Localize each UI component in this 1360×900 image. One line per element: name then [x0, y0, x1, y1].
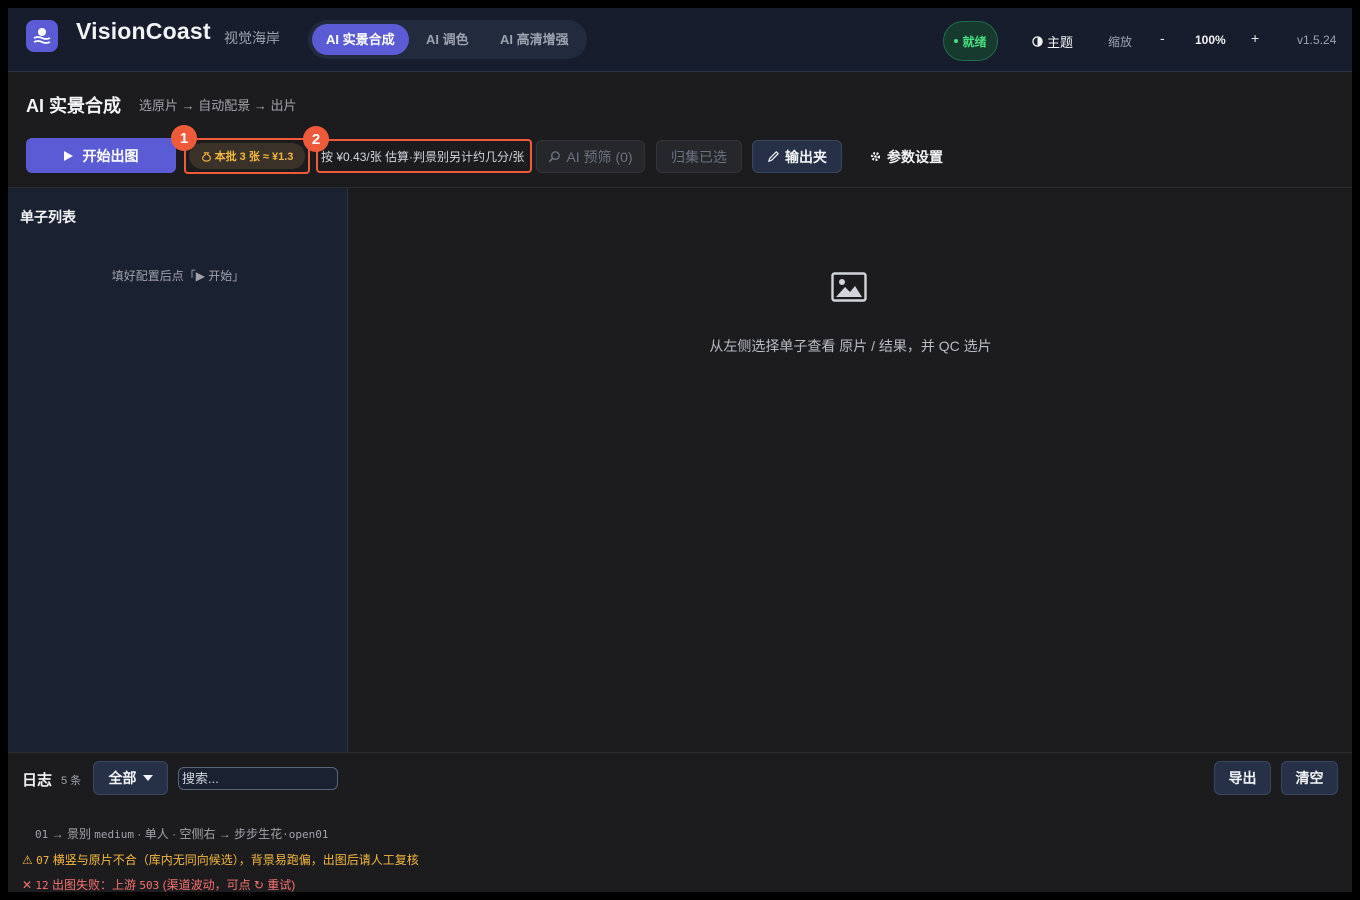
log-filter-value: 全部: [108, 770, 137, 786]
version-label: v1.5.24: [1297, 33, 1337, 47]
order-list-panel: 单子列表 填好配置后点「▶ 开始」: [8, 188, 348, 752]
settings-label: 参数设置: [887, 148, 943, 165]
zoom-in-button[interactable]: +: [1251, 30, 1259, 46]
top-bar: VisionCoast 视觉海岸 AI 实景合成 AI 调色 AI 高清增强 就…: [8, 8, 1352, 72]
log-clear-button[interactable]: 清空: [1281, 761, 1338, 795]
log-line-partial: ━━━━━━━━━━━━━━━━━━━━━━━━━━━━━━━━━━━━━━━━…: [32, 807, 408, 811]
start-button-label: 开始出图: [82, 147, 139, 164]
breadcrumb: 选原片 → 自动配景 → 出片: [139, 98, 297, 113]
status-dot-icon: [954, 39, 959, 43]
log-filter-select[interactable]: 全部: [93, 761, 168, 795]
output-folder-label: 输出夹: [785, 148, 827, 165]
warning-icon: ⚠: [22, 853, 33, 867]
play-icon: [63, 150, 73, 161]
status-text: 就绪: [962, 34, 987, 49]
log-lines: ━━━━━━━━━━━━━━━━━━━━━━━━━━━━━━━━━━━━━━━━…: [8, 803, 1352, 892]
log-search-input[interactable]: [178, 767, 338, 790]
app-window: VisionCoast 视觉海岸 AI 实景合成 AI 调色 AI 高清增强 就…: [8, 8, 1352, 892]
log-line: 01 → 景别 medium · 单人 · 空侧右 → 步步生花·open01: [35, 827, 329, 841]
tab-ai-composite[interactable]: AI 实景合成: [312, 24, 409, 55]
log-count: 5 条: [61, 775, 82, 787]
log-panel: 日志 5 条 全部 导出 清空 ━━━━━━━━━━━━━━━━━━━━━━━━…: [8, 752, 1352, 892]
cost-badge: 本批 3 张 ≈ ¥1.3: [189, 143, 305, 169]
annotation-marker-2: 2: [303, 126, 329, 152]
gear-icon: [870, 151, 881, 162]
brand-subtitle: 视觉海岸: [224, 30, 280, 46]
log-line-error: ✕ 12 出图失败：上游 503 (渠道波动，可点 ↻ 重试): [22, 878, 296, 892]
module-tabs: AI 实景合成 AI 调色 AI 高清增强: [308, 20, 587, 59]
theme-toggle[interactable]: 主题: [1032, 32, 1073, 51]
contrast-icon: [1032, 36, 1043, 47]
status-badge: 就绪: [943, 21, 998, 61]
chevron-down-icon: [142, 775, 153, 781]
image-placeholder-icon: [831, 272, 867, 302]
money-bag-icon: [201, 151, 211, 162]
zoom-out-button[interactable]: -: [1160, 30, 1165, 46]
log-title: 日志: [22, 772, 53, 789]
log-export-button[interactable]: 导出: [1214, 761, 1271, 795]
order-list-title: 单子列表: [20, 209, 76, 225]
ai-prescreen-button[interactable]: AI 预筛 (0): [536, 140, 645, 173]
brand-name: VisionCoast: [76, 18, 211, 44]
theme-label: 主题: [1047, 35, 1074, 50]
collect-selected-button[interactable]: 归集已选: [656, 140, 742, 173]
settings-button[interactable]: 参数设置: [856, 140, 956, 173]
start-button[interactable]: 开始出图: [26, 138, 176, 173]
error-icon: ✕: [22, 878, 33, 892]
cost-highlight-box: 本批 3 张 ≈ ¥1.3: [184, 138, 310, 174]
preview-panel: 从左侧选择单子查看 原片 / 结果，并 QC 选片: [349, 188, 1352, 752]
page-title: AI 实景合成: [26, 96, 122, 116]
preview-empty-hint: 从左侧选择单子查看 原片 / 结果，并 QC 选片: [709, 338, 992, 354]
tab-ai-enhance[interactable]: AI 高清增强: [486, 24, 583, 55]
cost-label: 本批 3 张 ≈ ¥1.3: [214, 151, 294, 163]
output-folder-button[interactable]: 输出夹: [752, 140, 842, 173]
estimate-note: 按 ¥0.43/张 估算·判景别另计约几分/张: [316, 139, 532, 173]
pencil-icon: [767, 151, 779, 163]
tab-ai-color[interactable]: AI 调色: [412, 24, 483, 55]
order-list-empty-hint: 填好配置后点「▶ 开始」: [111, 269, 245, 283]
log-line-warning: ⚠ 07 横竖与原片不合（库内无同向候选），背景易跑偏，出图后请人工复核: [22, 853, 419, 867]
estimate-label: 按 ¥0.43/张 估算·判景别另计约几分/张: [321, 149, 525, 164]
app-logo-icon: [26, 20, 58, 52]
ai-prescreen-label: AI 预筛 (0): [566, 148, 633, 165]
search-icon: [549, 151, 561, 163]
zoom-value: 100%: [1195, 33, 1226, 47]
zoom-label: 缩放: [1108, 35, 1133, 49]
annotation-marker-1: 1: [171, 125, 197, 151]
collect-selected-label: 归集已选: [671, 148, 727, 165]
